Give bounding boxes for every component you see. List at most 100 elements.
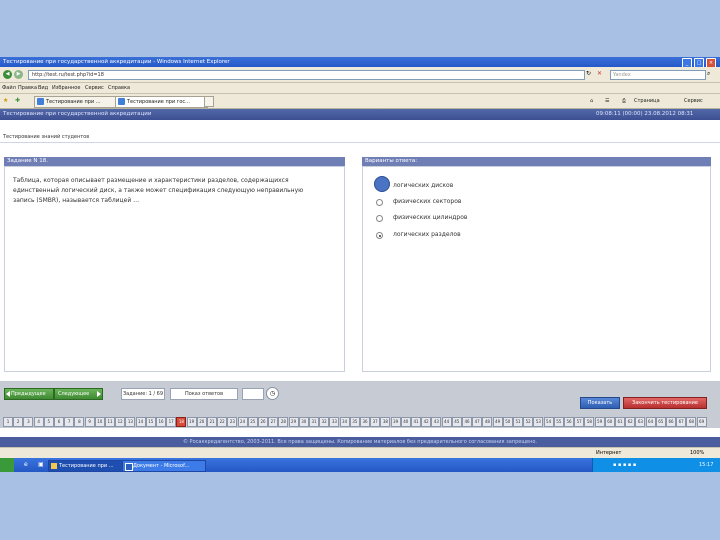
task-number-button[interactable]: 24 [237,417,248,427]
task-number-button[interactable]: 69 [696,417,707,427]
quicklaunch-desktop-icon[interactable]: ▣ [38,461,44,468]
task-number-button[interactable]: 57 [574,417,585,427]
task-number-button[interactable]: 11 [105,417,115,427]
task-number-button[interactable]: 39 [390,417,401,427]
task-number-button[interactable]: 8 [74,417,85,427]
task-number-button[interactable]: 41 [411,417,421,427]
task-number-button[interactable]: 1 [3,417,13,427]
task-number-button[interactable]: 2 [13,417,24,427]
task-number-button[interactable]: 38 [380,417,391,427]
answer-option-3[interactable]: физических цилиндров [374,213,494,223]
tab-1[interactable]: Тестирование при ... [34,96,117,108]
task-number-button[interactable]: 43 [431,417,442,427]
stop-icon[interactable]: ✕ [597,70,602,77]
task-number-button[interactable]: 3 [23,417,34,427]
start-button[interactable] [0,458,14,472]
task-number-button[interactable]: 51 [513,417,523,427]
taskbar-item-ie[interactable]: Тестирование при ... [48,460,126,472]
task-number-button[interactable]: 35 [349,417,360,427]
task-number-button[interactable]: 15 [145,417,156,427]
task-number-button[interactable]: 66 [666,417,676,427]
task-number-button[interactable]: 40 [400,417,411,427]
task-number-button[interactable]: 27 [268,417,279,427]
task-number-button[interactable]: 58 [584,417,595,427]
radio-button[interactable] [376,215,383,222]
task-number-button[interactable]: 47 [472,417,483,427]
task-number-button[interactable]: 67 [676,417,687,427]
task-number-button[interactable]: 44 [441,417,452,427]
task-number-button[interactable]: 16 [156,417,166,427]
menu-help[interactable]: Справка [108,83,130,93]
search-icon[interactable]: ⌕ [707,70,710,78]
task-number-button[interactable]: 68 [686,417,697,427]
task-number-button[interactable]: 55 [553,417,564,427]
task-number-button[interactable]: 4 [33,417,44,427]
menu-tools[interactable]: Сервис [85,83,104,93]
task-number-button[interactable]: 34 [339,417,350,427]
task-number-button[interactable]: 31 [309,417,319,427]
task-number-button[interactable]: 48 [482,417,493,427]
task-number-button[interactable]: 28 [278,417,289,427]
task-number-button[interactable]: 20 [196,417,207,427]
menu-view[interactable]: Вид [38,83,48,93]
task-number-button[interactable]: 7 [64,417,75,427]
task-number-button[interactable]: 22 [217,417,228,427]
end-test-button[interactable]: Закончить тестирование [623,397,707,409]
answer-option-4[interactable]: логических разделов [374,230,494,240]
task-number-button[interactable]: 65 [655,417,666,427]
page-menu[interactable]: Страница [634,97,660,105]
task-number-button[interactable]: 33 [329,417,340,427]
prev-button[interactable]: Предыдущее [4,388,54,400]
task-number-button[interactable]: 45 [451,417,462,427]
task-number-button[interactable]: 50 [502,417,513,427]
task-number-button[interactable]: 10 [94,417,105,427]
menu-edit[interactable]: Правка [18,83,37,93]
info-icon[interactable]: ◷ [266,387,279,400]
add-favorites-icon[interactable]: ✚ [15,97,20,104]
task-number-button[interactable]: 14 [135,417,146,427]
task-number-button[interactable]: 12 [115,417,126,427]
task-number-button[interactable]: 42 [421,417,432,427]
radio-button[interactable] [376,199,383,206]
tab-2[interactable]: Тестирование при гос... [115,96,208,108]
taskbar-item-word[interactable]: Документ - Microsof... [122,460,206,472]
radio-button-selected[interactable] [376,232,383,239]
task-number-button[interactable]: 46 [462,417,472,427]
task-number-button[interactable]: 37 [370,417,381,427]
next-button[interactable]: Следующее [54,388,103,400]
task-number-button[interactable]: 59 [594,417,605,427]
task-number-button[interactable]: 25 [247,417,258,427]
task-number-button[interactable]: 6 [54,417,64,427]
url-input[interactable]: http://test.ru/test.php?id=18 [28,70,585,80]
task-number-button[interactable]: 30 [298,417,309,427]
task-number-button[interactable]: 56 [564,417,574,427]
zoom-level[interactable]: 100% [690,448,704,458]
task-number-button[interactable]: 18 [176,417,187,427]
finish-button[interactable]: Показать [580,397,620,409]
task-number-button[interactable]: 9 [84,417,95,427]
show-answers-field[interactable]: Показ ответов [170,388,238,400]
task-number-button[interactable]: 61 [615,417,625,427]
new-tab-button[interactable] [204,96,214,107]
task-number-button[interactable]: 36 [360,417,370,427]
refresh-icon[interactable]: ↻ [586,70,591,77]
task-number-button[interactable]: 52 [523,417,534,427]
quicklaunch-ie-icon[interactable]: e [24,461,28,468]
task-number-button[interactable]: 49 [492,417,503,427]
feeds-icon[interactable]: ☰ [605,97,609,105]
print-icon[interactable]: ⎙ [622,97,626,105]
forward-button[interactable]: ▶ [14,70,23,79]
task-number-button[interactable]: 63 [635,417,646,427]
task-number-button[interactable]: 62 [625,417,636,427]
search-input[interactable]: Yandex [610,70,706,80]
task-number-button[interactable]: 23 [227,417,238,427]
task-number-button[interactable]: 32 [319,417,330,427]
favorites-star-icon[interactable]: ★ [3,97,8,104]
task-number-button[interactable]: 17 [166,417,177,427]
task-number-button[interactable]: 60 [604,417,615,427]
menu-file[interactable]: Файл [2,83,16,93]
task-number-button[interactable]: 19 [186,417,197,427]
blank-field[interactable] [242,388,264,400]
task-number-button[interactable]: 5 [43,417,54,427]
task-number-button[interactable]: 64 [645,417,656,427]
